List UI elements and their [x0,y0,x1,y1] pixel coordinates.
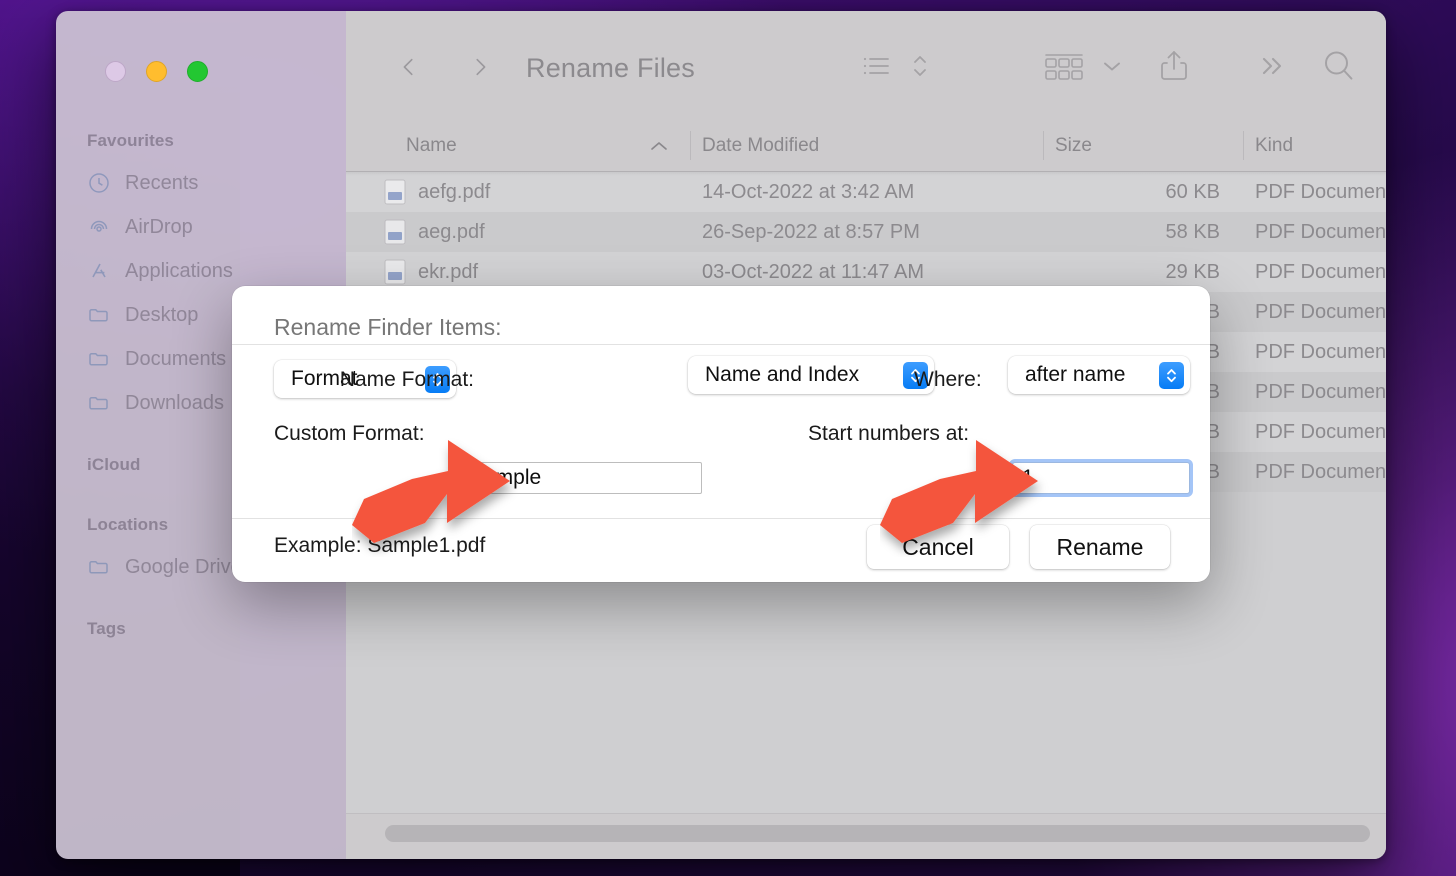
divider [232,344,1210,345]
example-text: Example: Sample1.pdf [274,534,486,557]
file-name: aefg.pdf [418,180,491,203]
chevron-up-icon [649,137,669,159]
column-header-label: Kind [1255,134,1294,156]
sidebar-item-label: Downloads [125,391,224,414]
dialog-title: Rename Finder Items: [274,314,502,340]
column-header-date-modified[interactable]: Date Modified [691,120,1044,171]
folder-icon [87,347,111,371]
search-icon[interactable] [1302,48,1376,84]
table-row[interactable]: aeg.pdf 26-Sep-2022 at 8:57 PM 58 KB PDF… [346,212,1386,252]
start-numbers-label: Start numbers at: [808,422,970,445]
file-name-cell: aeg.pdf [346,219,691,245]
group-by-icon[interactable] [1036,50,1092,82]
column-header-label: Size [1055,134,1092,156]
rename-button[interactable]: Rename [1030,525,1170,569]
file-date: 26-Sep-2022 at 8:57 PM [702,220,920,243]
start-numbers-input[interactable]: 1 [1012,462,1190,494]
chevron-down-icon[interactable] [1092,59,1132,73]
divider [232,518,1210,519]
airdrop-icon [87,215,111,239]
sort-updown-icon[interactable] [902,51,938,81]
horizontal-scrollbar[interactable] [385,825,1370,842]
file-name-cell: ekr.pdf [346,259,691,285]
more-chevrons-icon[interactable] [1246,55,1302,77]
file-kind: PDF Document [1255,340,1386,363]
where-popup-button[interactable]: after name [1008,356,1190,394]
chevron-updown-icon [1159,361,1184,389]
name-format-popup-button[interactable]: Name and Index [688,356,934,394]
file-date: 03-Oct-2022 at 11:47 AM [702,260,924,283]
back-button[interactable] [398,56,420,78]
start-numbers-value: 1 [1022,466,1034,489]
where-value: after name [1025,363,1126,386]
column-header-label: Name [406,134,457,156]
sidebar-item-label: Applications [125,259,233,282]
column-header-name[interactable]: Name [346,120,691,171]
sidebar-item-airdrop[interactable]: AirDrop [56,205,346,249]
folder-icon [87,303,111,327]
sidebar-heading-tags: Tags [87,619,126,638]
folder-icon [87,391,111,415]
name-format-label: Name Format: [339,368,474,391]
file-kind: PDF Document [1255,260,1386,283]
file-kind: PDF Document [1255,460,1386,483]
file-kind: PDF Document [1255,300,1386,323]
list-view-icon[interactable] [856,53,902,79]
status-bar [346,813,1386,859]
sidebar-heading-favourites: Favourites [87,131,174,150]
custom-format-input[interactable]: Sample [460,462,702,494]
pdf-document-icon [384,219,406,245]
forward-button[interactable] [469,56,491,78]
applications-icon [87,259,111,283]
name-format-value: Name and Index [705,363,860,386]
where-label: Where: [914,368,982,391]
maximize-button[interactable] [187,61,208,82]
traffic-light-buttons [105,61,208,82]
sidebar-item-label: Recents [125,171,199,194]
table-row[interactable]: aefg.pdf 14-Oct-2022 at 3:42 AM 60 KB PD… [346,172,1386,212]
clock-icon [87,171,111,195]
column-header-label: Date Modified [702,134,820,156]
close-button[interactable] [105,61,126,82]
toolbar: Rename Files [346,11,1386,120]
rename-finder-items-dialog: Rename Finder Items: Format Name Format:… [232,286,1210,582]
pdf-document-icon [384,259,406,285]
column-header-size[interactable]: Size [1044,120,1244,171]
page-title: Rename Files [526,53,695,83]
minimize-button[interactable] [146,61,167,82]
sidebar-item-label: Desktop [125,303,199,326]
column-header-kind[interactable]: Kind [1244,120,1386,171]
sidebar-item-label: AirDrop [125,215,193,238]
file-kind: PDF Document [1255,420,1386,443]
file-date: 14-Oct-2022 at 3:42 AM [702,180,915,203]
file-kind: PDF Document [1255,220,1386,243]
custom-format-label: Custom Format: [274,422,425,445]
custom-format-value: Sample [470,466,542,489]
file-size: 29 KB [1165,260,1220,283]
sidebar-item-label: Documents [125,347,227,370]
file-kind: PDF Document [1255,180,1386,203]
column-headers: Name Date Modified Size Kind [346,120,1386,176]
folder-icon [87,555,111,579]
sidebar-item-label: Google Drive [125,555,242,578]
sidebar-item-recents[interactable]: Recents [56,161,346,205]
file-size: 60 KB [1165,180,1220,203]
cancel-button[interactable]: Cancel [867,525,1009,569]
pdf-document-icon [384,179,406,205]
file-kind: PDF Document [1255,380,1386,403]
file-name: aeg.pdf [418,220,485,243]
file-size: 58 KB [1165,220,1220,243]
file-name-cell: aefg.pdf [346,179,691,205]
share-icon[interactable] [1146,48,1202,84]
file-name: ekr.pdf [418,260,479,283]
